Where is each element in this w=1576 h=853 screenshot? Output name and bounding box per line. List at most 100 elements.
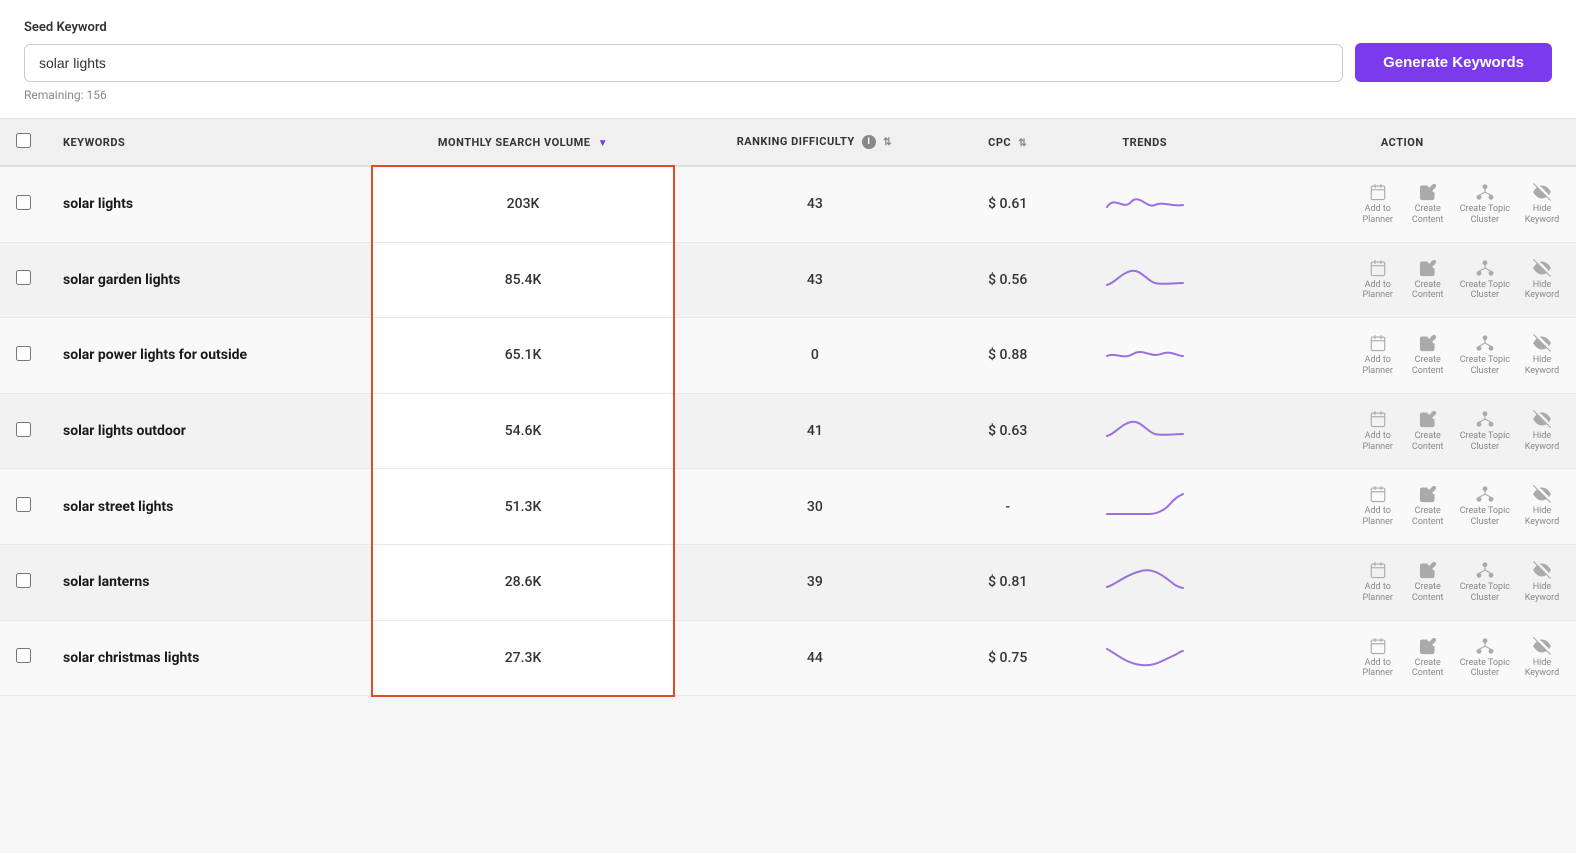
row-checkbox-cell[interactable] bbox=[0, 620, 47, 696]
action-icons: Add toPlanner CreateContent Create Topic… bbox=[1244, 410, 1560, 453]
action-icons: Add toPlanner CreateContent Create Topic… bbox=[1244, 183, 1560, 226]
create-topic-cluster-button[interactable]: Create TopicCluster bbox=[1460, 561, 1510, 604]
row-checkbox-cell[interactable] bbox=[0, 318, 47, 394]
seed-keyword-section: Seed Keyword Generate Keywords Remaining… bbox=[0, 0, 1576, 119]
action-cell: Add toPlanner CreateContent Create Topic… bbox=[1228, 318, 1576, 394]
keywords-table: KEYWORDS MONTHLY SEARCH VOLUME ▼ RANKING… bbox=[0, 119, 1576, 697]
row-checkbox[interactable] bbox=[16, 648, 31, 663]
table-header-row: KEYWORDS MONTHLY SEARCH VOLUME ▼ RANKING… bbox=[0, 119, 1576, 166]
difficulty-cell: 44 bbox=[674, 620, 954, 696]
create-topic-cluster-button[interactable]: Create TopicCluster bbox=[1460, 485, 1510, 528]
action-cell: Add toPlanner CreateContent Create Topic… bbox=[1228, 166, 1576, 242]
header-cpc[interactable]: CPC ⇅ bbox=[954, 119, 1061, 166]
keyword-cell: solar lanterns bbox=[47, 544, 372, 620]
hide-keyword-button[interactable]: HideKeyword bbox=[1524, 334, 1560, 377]
add-to-planner-button[interactable]: Add toPlanner bbox=[1360, 637, 1396, 680]
action-icons: Add toPlanner CreateContent Create Topic… bbox=[1244, 637, 1560, 680]
action-cell: Add toPlanner CreateContent Create Topic… bbox=[1228, 242, 1576, 318]
row-checkbox[interactable] bbox=[16, 270, 31, 285]
table-row: solar lights 203K 43 $ 0.61 Add toPlanne… bbox=[0, 166, 1576, 242]
difficulty-cell: 41 bbox=[674, 393, 954, 469]
table-row: solar lanterns 28.6K 39 $ 0.81 Add toPla… bbox=[0, 544, 1576, 620]
row-checkbox-cell[interactable] bbox=[0, 544, 47, 620]
action-icons: Add toPlanner CreateContent Create Topic… bbox=[1244, 259, 1560, 302]
difficulty-cell: 30 bbox=[674, 469, 954, 545]
row-checkbox[interactable] bbox=[16, 346, 31, 361]
generate-keywords-button[interactable]: Generate Keywords bbox=[1355, 43, 1552, 82]
table-row: solar garden lights 85.4K 43 $ 0.56 Add … bbox=[0, 242, 1576, 318]
create-topic-cluster-button[interactable]: Create TopicCluster bbox=[1460, 637, 1510, 680]
table-row: solar street lights 51.3K 30 - Add toPla… bbox=[0, 469, 1576, 545]
header-volume[interactable]: MONTHLY SEARCH VOLUME ▼ bbox=[372, 119, 675, 166]
input-row: Generate Keywords bbox=[24, 43, 1552, 82]
header-checkbox-cell[interactable] bbox=[0, 119, 47, 166]
difficulty-cell: 43 bbox=[674, 166, 954, 242]
hide-keyword-button[interactable]: HideKeyword bbox=[1524, 259, 1560, 302]
table-row: solar power lights for outside 65.1K 0 $… bbox=[0, 318, 1576, 394]
difficulty-info-icon: i bbox=[862, 135, 876, 149]
hide-keyword-button[interactable]: HideKeyword bbox=[1524, 410, 1560, 453]
row-checkbox-cell[interactable] bbox=[0, 242, 47, 318]
row-checkbox-cell[interactable] bbox=[0, 166, 47, 242]
difficulty-sort-icon: ⇅ bbox=[883, 137, 892, 148]
create-topic-cluster-button[interactable]: Create TopicCluster bbox=[1460, 183, 1510, 226]
cpc-cell: $ 0.75 bbox=[954, 620, 1061, 696]
add-to-planner-button[interactable]: Add toPlanner bbox=[1360, 259, 1396, 302]
action-cell: Add toPlanner CreateContent Create Topic… bbox=[1228, 469, 1576, 545]
table-row: solar lights outdoor 54.6K 41 $ 0.63 Add… bbox=[0, 393, 1576, 469]
action-icons: Add toPlanner CreateContent Create Topic… bbox=[1244, 561, 1560, 604]
hide-keyword-button[interactable]: HideKeyword bbox=[1524, 561, 1560, 604]
row-checkbox[interactable] bbox=[16, 422, 31, 437]
hide-keyword-button[interactable]: HideKeyword bbox=[1524, 485, 1560, 528]
create-topic-cluster-button[interactable]: Create TopicCluster bbox=[1460, 334, 1510, 377]
volume-cell: 27.3K bbox=[372, 620, 675, 696]
seed-keyword-input[interactable] bbox=[24, 44, 1343, 82]
row-checkbox[interactable] bbox=[16, 195, 31, 210]
volume-cell: 54.6K bbox=[372, 393, 675, 469]
create-topic-cluster-button[interactable]: Create TopicCluster bbox=[1460, 410, 1510, 453]
cpc-sort-icon: ⇅ bbox=[1018, 138, 1027, 149]
create-content-button[interactable]: CreateContent bbox=[1410, 410, 1446, 453]
create-topic-cluster-button[interactable]: Create TopicCluster bbox=[1460, 259, 1510, 302]
trend-cell bbox=[1061, 620, 1229, 696]
volume-cell: 51.3K bbox=[372, 469, 675, 545]
seed-keyword-label: Seed Keyword bbox=[24, 20, 1552, 35]
create-content-button[interactable]: CreateContent bbox=[1410, 183, 1446, 226]
volume-sort-icon: ▼ bbox=[598, 138, 608, 149]
create-content-button[interactable]: CreateContent bbox=[1410, 259, 1446, 302]
select-all-checkbox[interactable] bbox=[16, 133, 31, 148]
row-checkbox-cell[interactable] bbox=[0, 469, 47, 545]
hide-keyword-button[interactable]: HideKeyword bbox=[1524, 183, 1560, 226]
keyword-cell: solar street lights bbox=[47, 469, 372, 545]
keyword-cell: solar garden lights bbox=[47, 242, 372, 318]
hide-keyword-button[interactable]: HideKeyword bbox=[1524, 637, 1560, 680]
row-checkbox[interactable] bbox=[16, 573, 31, 588]
volume-cell: 85.4K bbox=[372, 242, 675, 318]
action-icons: Add toPlanner CreateContent Create Topic… bbox=[1244, 334, 1560, 377]
row-checkbox[interactable] bbox=[16, 497, 31, 512]
create-content-button[interactable]: CreateContent bbox=[1410, 334, 1446, 377]
add-to-planner-button[interactable]: Add toPlanner bbox=[1360, 410, 1396, 453]
header-keywords: KEYWORDS bbox=[47, 119, 372, 166]
add-to-planner-button[interactable]: Add toPlanner bbox=[1360, 183, 1396, 226]
create-content-button[interactable]: CreateContent bbox=[1410, 637, 1446, 680]
add-to-planner-button[interactable]: Add toPlanner bbox=[1360, 334, 1396, 377]
trend-cell bbox=[1061, 393, 1229, 469]
add-to-planner-button[interactable]: Add toPlanner bbox=[1360, 561, 1396, 604]
volume-cell: 203K bbox=[372, 166, 675, 242]
row-checkbox-cell[interactable] bbox=[0, 393, 47, 469]
remaining-count: Remaining: 156 bbox=[24, 88, 1552, 102]
trend-cell bbox=[1061, 469, 1229, 545]
create-content-button[interactable]: CreateContent bbox=[1410, 561, 1446, 604]
action-cell: Add toPlanner CreateContent Create Topic… bbox=[1228, 544, 1576, 620]
create-content-button[interactable]: CreateContent bbox=[1410, 485, 1446, 528]
keyword-cell: solar lights bbox=[47, 166, 372, 242]
header-difficulty[interactable]: RANKING DIFFICULTY i ⇅ bbox=[674, 119, 954, 166]
volume-cell: 28.6K bbox=[372, 544, 675, 620]
action-cell: Add toPlanner CreateContent Create Topic… bbox=[1228, 393, 1576, 469]
cpc-cell: $ 0.61 bbox=[954, 166, 1061, 242]
header-action: ACTION bbox=[1228, 119, 1576, 166]
difficulty-cell: 39 bbox=[674, 544, 954, 620]
action-icons: Add toPlanner CreateContent Create Topic… bbox=[1244, 485, 1560, 528]
add-to-planner-button[interactable]: Add toPlanner bbox=[1360, 485, 1396, 528]
